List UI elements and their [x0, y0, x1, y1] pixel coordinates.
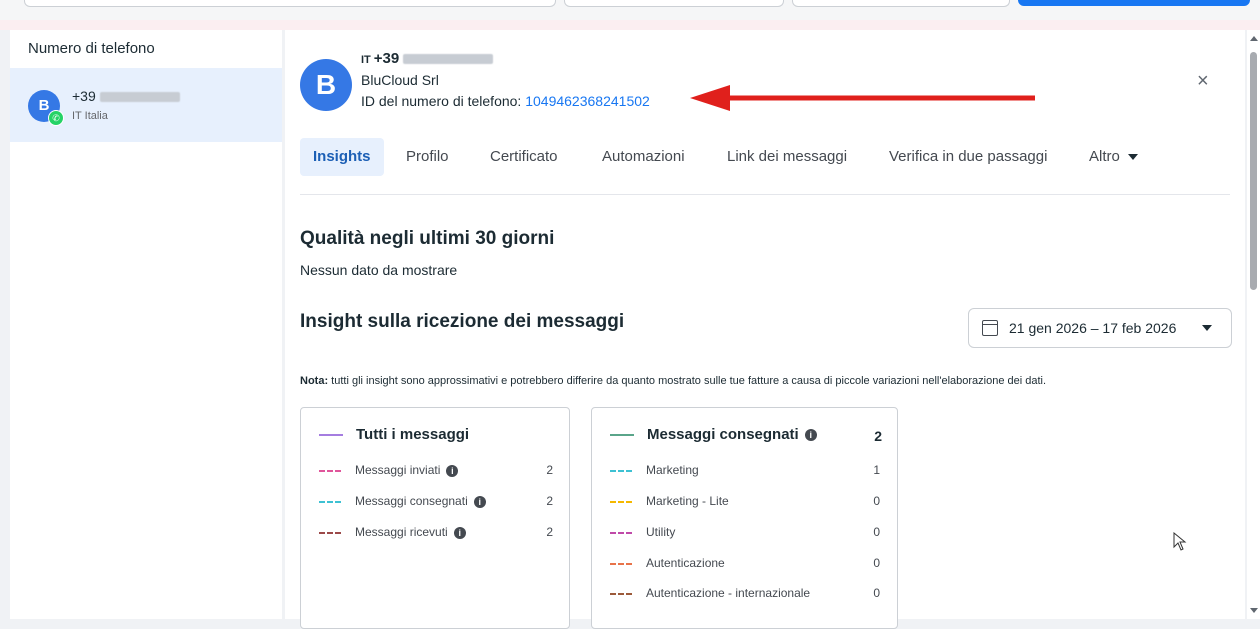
tab-link-messaggi[interactable]: Link dei messaggi — [714, 138, 860, 176]
company-name: BluCloud Srl — [361, 72, 439, 88]
country-code: IT — [361, 54, 371, 66]
card-title: Messaggi consegnati i — [610, 426, 817, 443]
tab-automazioni[interactable]: Automazioni — [589, 138, 698, 176]
phone-prefix: +39 — [373, 50, 400, 67]
sidebar-item-phone[interactable]: B ✆ +39 IT Italia — [10, 68, 282, 142]
legend-line — [610, 469, 632, 472]
avatar: B — [300, 59, 352, 111]
phone-prefix: +39 — [72, 88, 96, 104]
metric-value: 0 — [873, 586, 880, 600]
filter-field[interactable] — [564, 0, 784, 7]
insights-title: Insight sulla ricezione dei messaggi — [300, 311, 625, 332]
mouse-cursor-icon — [1173, 532, 1187, 551]
top-strip — [0, 20, 1260, 30]
date-range-label: 21 gen 2026 – 17 feb 2026 — [1009, 320, 1177, 336]
metric-row: Autenticazione — [610, 555, 725, 571]
legend-line — [319, 469, 341, 472]
phone-number-header: IT +39 — [361, 50, 494, 67]
legend-line — [610, 562, 632, 565]
sidebar: Numero di telefono B ✆ +39 IT Italia — [10, 30, 282, 619]
info-icon[interactable]: i — [446, 464, 459, 477]
metric-total: 2 — [874, 428, 882, 444]
legend-line — [610, 434, 634, 437]
card-title: Tutti i messaggi — [319, 426, 469, 443]
redacted-number — [99, 92, 180, 103]
metric-value: 1 — [873, 463, 880, 477]
tab-altro[interactable]: Altro — [1076, 138, 1151, 176]
quality-title: Qualità negli ultimi 30 giorni — [300, 228, 555, 249]
tab-certificato[interactable]: Certificato — [477, 138, 571, 176]
tab-profilo[interactable]: Profilo — [393, 138, 462, 176]
phone-number: +39 — [72, 88, 180, 104]
tab-insights[interactable]: Insights — [300, 138, 384, 176]
metric-row: Messaggi consegnati i — [319, 493, 486, 509]
metric-row: Utility — [610, 524, 675, 540]
legend-line — [319, 434, 343, 437]
legend-line — [610, 500, 632, 503]
redacted-number — [403, 54, 494, 65]
phone-country: IT Italia — [72, 110, 108, 122]
metric-row: Autenticazione - internazionale — [610, 585, 810, 601]
metric-row: Messaggi inviati i — [319, 462, 459, 478]
scroll-down-icon[interactable] — [1250, 608, 1258, 613]
scrollbar[interactable] — [1247, 30, 1260, 619]
sidebar-title: Numero di telefono — [28, 40, 155, 57]
legend-line — [610, 531, 632, 534]
insights-note: Nota: tutti gli insight sono approssimat… — [300, 375, 1047, 387]
scroll-thumb[interactable] — [1250, 52, 1257, 290]
phone-id: ID del numero di telefono: 1049462368241… — [361, 93, 650, 109]
chevron-down-icon — [1202, 325, 1212, 331]
tab-bar: Insights Profilo Certificato Automazioni… — [300, 138, 1230, 195]
info-icon[interactable]: i — [453, 526, 466, 539]
metric-value: 0 — [873, 525, 880, 539]
red-arrow-annotation — [690, 85, 1035, 111]
info-icon[interactable]: i — [804, 429, 817, 442]
phone-id-label: ID del numero di telefono: — [361, 93, 526, 109]
phone-details-panel: B IT +39 BluCloud Srl ID del numero di te… — [285, 30, 1245, 629]
metric-value: 2 — [546, 494, 553, 508]
info-icon[interactable]: i — [473, 495, 486, 508]
metric-value: 2 — [546, 525, 553, 539]
quality-subtitle: Nessun dato da mostrare — [300, 262, 458, 278]
close-icon[interactable]: × — [1197, 70, 1209, 93]
metric-row: Marketing — [610, 462, 699, 478]
date-range-picker[interactable]: 21 gen 2026 – 17 feb 2026 — [968, 308, 1232, 348]
legend-line — [319, 531, 341, 534]
chevron-down-icon — [1127, 154, 1138, 161]
legend-line — [610, 592, 632, 595]
scroll-up-icon[interactable] — [1250, 36, 1258, 41]
filter-field[interactable] — [24, 0, 556, 7]
legend-line — [319, 500, 341, 503]
metric-row: Marketing - Lite — [610, 493, 729, 509]
phone-id-value[interactable]: 1049462368241502 — [525, 93, 650, 109]
whatsapp-icon: ✆ — [48, 110, 64, 126]
calendar-icon — [982, 320, 998, 336]
top-toolbar — [0, 0, 1260, 20]
tab-verifica[interactable]: Verifica in due passaggi — [876, 138, 1060, 176]
metric-value: 0 — [873, 494, 880, 508]
primary-button[interactable] — [1018, 0, 1250, 6]
metric-value: 0 — [873, 556, 880, 570]
filter-field[interactable] — [792, 0, 1010, 7]
metric-row: Messaggi ricevuti i — [319, 524, 466, 540]
metric-value: 2 — [546, 463, 553, 477]
card-delivered-messages: Messaggi consegnati i 2 Marketing 1 Marke… — [591, 407, 898, 629]
card-all-messages: Tutti i messaggi Messaggi inviati i 2 Mes… — [300, 407, 570, 629]
